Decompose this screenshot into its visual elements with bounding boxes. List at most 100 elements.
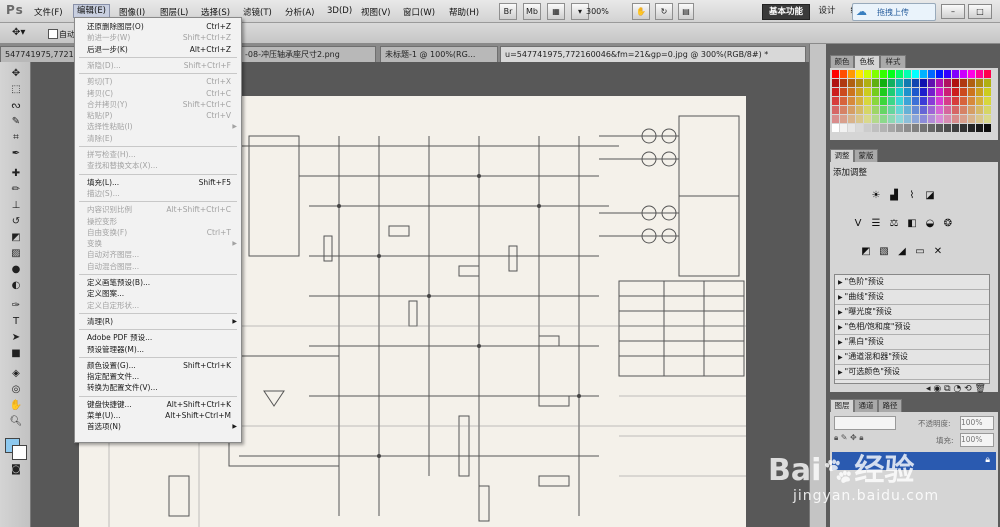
menu-filter[interactable]: 滤镜(T) xyxy=(243,6,272,18)
move-tool-icon[interactable]: ✥▾ xyxy=(12,27,25,38)
color-swatch[interactable] xyxy=(936,88,943,96)
edit-menu-item[interactable]: 指定配置文件... xyxy=(87,371,237,382)
color-swatch[interactable] xyxy=(896,88,903,96)
color-swatch[interactable] xyxy=(840,97,847,105)
color-swatch[interactable] xyxy=(832,97,839,105)
extras-icon[interactable]: ▦ xyxy=(547,3,565,20)
tab-masks[interactable]: 蒙版 xyxy=(854,149,878,162)
color-swatch[interactable] xyxy=(872,70,879,78)
tab-doc-2[interactable]: -08-冲压轴承座尺寸2.png xyxy=(240,46,376,62)
color-swatch[interactable] xyxy=(984,97,991,105)
color-swatch[interactable] xyxy=(920,124,927,132)
edit-menu-item[interactable]: 后退一步(K) Alt+Ctrl+Z xyxy=(87,44,237,55)
edit-menu-item[interactable]: Adobe PDF 预设... xyxy=(87,332,237,343)
stamp-tool-icon[interactable]: ⊥ xyxy=(9,200,23,212)
color-swatch[interactable] xyxy=(960,79,967,87)
color-swatch[interactable] xyxy=(832,79,839,87)
color-swatch[interactable] xyxy=(976,79,983,87)
color-swatch[interactable] xyxy=(968,115,975,123)
type-tool-icon[interactable]: T xyxy=(9,316,23,328)
rotate-view-icon[interactable]: ↻ xyxy=(655,3,673,20)
tab-channels[interactable]: 通道 xyxy=(854,399,878,412)
tab-doc-1[interactable]: 547741975,77216... xyxy=(0,46,78,62)
opacity-field[interactable]: 100% xyxy=(960,416,994,430)
color-swatch[interactable] xyxy=(928,97,935,105)
3d-rotate-tool-icon[interactable]: ◈ xyxy=(9,368,23,380)
upload-widget[interactable]: ☁ 拖拽上传 xyxy=(852,3,936,21)
color-swatch[interactable] xyxy=(928,124,935,132)
color-swatch[interactable] xyxy=(864,88,871,96)
minibridge-icon[interactable]: Mb xyxy=(523,3,541,20)
color-swatch[interactable] xyxy=(912,106,919,114)
color-swatch[interactable] xyxy=(888,97,895,105)
tab-color[interactable]: 颜色 xyxy=(830,55,854,68)
color-swatch[interactable] xyxy=(864,70,871,78)
color-swatch[interactable] xyxy=(928,106,935,114)
edit-menu-item[interactable]: 清理(R) ▶ xyxy=(87,316,237,327)
brush-tool-icon[interactable]: ✏ xyxy=(9,184,23,196)
color-swatch[interactable] xyxy=(960,88,967,96)
color-swatch[interactable] xyxy=(880,124,887,132)
color-swatch[interactable] xyxy=(952,97,959,105)
color-swatch[interactable] xyxy=(912,97,919,105)
color-swatch[interactable] xyxy=(896,115,903,123)
color-swatch[interactable] xyxy=(960,124,967,132)
edit-menu-item[interactable]: 颜色设置(G)... Shift+Ctrl+K xyxy=(87,360,237,371)
color-swatch[interactable] xyxy=(928,115,935,123)
photo-filter-icon[interactable]: ◒ xyxy=(924,218,936,230)
minimize-icon[interactable]: – xyxy=(941,4,965,19)
menu-analysis[interactable]: 分析(A) xyxy=(285,6,314,18)
color-swatch[interactable] xyxy=(888,79,895,87)
color-swatch[interactable] xyxy=(984,115,991,123)
color-swatch[interactable] xyxy=(872,88,879,96)
color-swatch[interactable] xyxy=(952,115,959,123)
color-swatch[interactable] xyxy=(960,97,967,105)
color-swatch[interactable] xyxy=(984,124,991,132)
color-swatch[interactable] xyxy=(920,79,927,87)
color-swatch[interactable] xyxy=(944,124,951,132)
black-white-icon[interactable]: ◧ xyxy=(906,218,918,230)
quick-mask-icon[interactable]: ◙ xyxy=(9,464,23,476)
auto-select-checkbox[interactable] xyxy=(48,29,58,39)
eraser-tool-icon[interactable]: ◩ xyxy=(9,232,23,244)
color-swatch[interactable] xyxy=(856,115,863,123)
color-swatch[interactable] xyxy=(872,97,879,105)
color-swatch[interactable] xyxy=(832,88,839,96)
color-swatch[interactable] xyxy=(976,124,983,132)
edit-menu-item[interactable]: 定义画笔预设(B)... xyxy=(87,277,237,288)
vibrance-icon[interactable]: V xyxy=(852,218,864,230)
background-color-swatch[interactable] xyxy=(12,445,27,460)
color-swatch[interactable] xyxy=(848,70,855,78)
preset-item[interactable]: ▶ "通道混和器"预设 xyxy=(835,350,989,365)
color-swatch[interactable] xyxy=(840,88,847,96)
color-swatch[interactable] xyxy=(936,79,943,87)
color-swatch[interactable] xyxy=(920,106,927,114)
color-swatch[interactable] xyxy=(904,115,911,123)
color-swatch[interactable] xyxy=(832,124,839,132)
color-swatch[interactable] xyxy=(888,70,895,78)
color-swatch[interactable] xyxy=(896,79,903,87)
hand-tool-icon[interactable]: ✋ xyxy=(9,400,23,412)
color-swatch[interactable] xyxy=(904,106,911,114)
color-swatch[interactable] xyxy=(968,106,975,114)
color-swatch[interactable] xyxy=(848,97,855,105)
workspace-basic[interactable]: 基本功能 xyxy=(762,4,810,20)
color-swatch[interactable] xyxy=(880,106,887,114)
color-swatch[interactable] xyxy=(856,106,863,114)
color-swatch[interactable] xyxy=(984,79,991,87)
levels-icon[interactable]: ▟ xyxy=(888,190,900,202)
color-swatch[interactable] xyxy=(888,115,895,123)
color-balance-icon[interactable]: ⚖ xyxy=(888,218,900,230)
color-swatch[interactable] xyxy=(864,124,871,132)
color-swatch[interactable] xyxy=(864,79,871,87)
color-swatch[interactable] xyxy=(944,115,951,123)
threshold-icon[interactable]: ◢ xyxy=(896,246,908,258)
color-swatch[interactable] xyxy=(984,70,991,78)
color-swatch[interactable] xyxy=(912,79,919,87)
color-swatch[interactable] xyxy=(920,97,927,105)
color-swatch[interactable] xyxy=(840,115,847,123)
preset-item[interactable]: ▶ "黑白"预设 xyxy=(835,335,989,350)
color-swatch[interactable] xyxy=(952,124,959,132)
color-swatch[interactable] xyxy=(872,124,879,132)
color-swatch[interactable] xyxy=(952,70,959,78)
